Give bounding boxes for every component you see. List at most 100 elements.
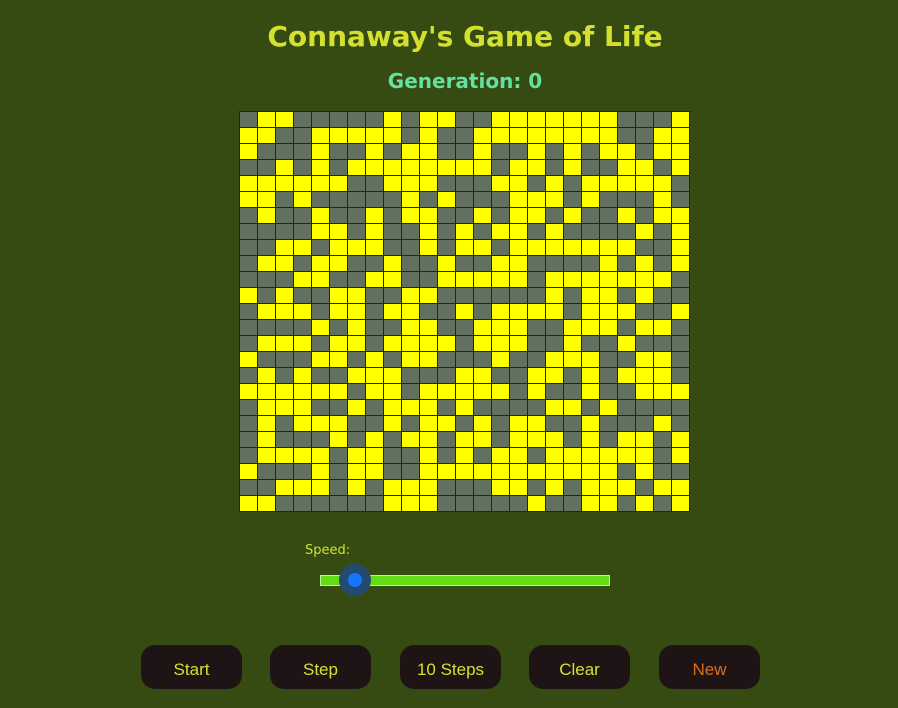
grid-cell[interactable] xyxy=(258,256,276,272)
grid-cell[interactable] xyxy=(276,464,294,480)
grid-cell[interactable] xyxy=(438,160,456,176)
grid-cell[interactable] xyxy=(456,272,474,288)
grid-cell[interactable] xyxy=(330,336,348,352)
grid-cell[interactable] xyxy=(330,224,348,240)
grid-cell[interactable] xyxy=(240,416,258,432)
grid-cell[interactable] xyxy=(276,208,294,224)
grid-cell[interactable] xyxy=(366,464,384,480)
grid-cell[interactable] xyxy=(636,448,654,464)
grid-cell[interactable] xyxy=(348,176,366,192)
grid-cell[interactable] xyxy=(456,432,474,448)
grid-cell[interactable] xyxy=(438,416,456,432)
grid-cell[interactable] xyxy=(654,256,672,272)
grid-cell[interactable] xyxy=(474,368,492,384)
grid-cell[interactable] xyxy=(276,144,294,160)
grid-cell[interactable] xyxy=(420,416,438,432)
grid-cell[interactable] xyxy=(348,336,366,352)
grid-cell[interactable] xyxy=(438,432,456,448)
clear-button[interactable]: Clear xyxy=(529,645,630,689)
grid-cell[interactable] xyxy=(420,480,438,496)
grid-cell[interactable] xyxy=(618,272,636,288)
grid-cell[interactable] xyxy=(618,368,636,384)
grid-cell[interactable] xyxy=(564,480,582,496)
grid-cell[interactable] xyxy=(384,272,402,288)
grid-cell[interactable] xyxy=(636,272,654,288)
grid-cell[interactable] xyxy=(654,496,672,512)
grid-cell[interactable] xyxy=(384,416,402,432)
grid-cell[interactable] xyxy=(240,304,258,320)
grid-cell[interactable] xyxy=(672,144,690,160)
grid-cell[interactable] xyxy=(420,368,438,384)
grid-cell[interactable] xyxy=(546,192,564,208)
grid-cell[interactable] xyxy=(402,192,420,208)
grid-cell[interactable] xyxy=(366,144,384,160)
grid-cell[interactable] xyxy=(294,240,312,256)
grid-cell[interactable] xyxy=(528,480,546,496)
grid-cell[interactable] xyxy=(546,496,564,512)
grid-cell[interactable] xyxy=(582,112,600,128)
grid-cell[interactable] xyxy=(636,288,654,304)
grid-cell[interactable] xyxy=(636,352,654,368)
grid-cell[interactable] xyxy=(276,240,294,256)
grid-cell[interactable] xyxy=(348,416,366,432)
grid-cell[interactable] xyxy=(312,464,330,480)
grid-cell[interactable] xyxy=(564,336,582,352)
grid-cell[interactable] xyxy=(384,400,402,416)
grid-cell[interactable] xyxy=(330,448,348,464)
grid-cell[interactable] xyxy=(564,288,582,304)
grid-cell[interactable] xyxy=(564,432,582,448)
grid-cell[interactable] xyxy=(546,144,564,160)
grid-cell[interactable] xyxy=(294,384,312,400)
grid-cell[interactable] xyxy=(582,256,600,272)
grid-cell[interactable] xyxy=(618,144,636,160)
grid-cell[interactable] xyxy=(456,320,474,336)
grid-cell[interactable] xyxy=(528,192,546,208)
grid-cell[interactable] xyxy=(366,240,384,256)
grid-cell[interactable] xyxy=(528,304,546,320)
grid-cell[interactable] xyxy=(528,208,546,224)
grid-cell[interactable] xyxy=(618,336,636,352)
grid-cell[interactable] xyxy=(510,144,528,160)
grid-cell[interactable] xyxy=(348,128,366,144)
grid-cell[interactable] xyxy=(672,400,690,416)
grid-cell[interactable] xyxy=(330,320,348,336)
grid-cell[interactable] xyxy=(348,240,366,256)
grid-cell[interactable] xyxy=(402,384,420,400)
grid-cell[interactable] xyxy=(456,144,474,160)
grid-cell[interactable] xyxy=(564,176,582,192)
grid-cell[interactable] xyxy=(672,480,690,496)
grid-cell[interactable] xyxy=(420,256,438,272)
grid-cell[interactable] xyxy=(258,144,276,160)
grid-cell[interactable] xyxy=(474,416,492,432)
grid-cell[interactable] xyxy=(438,320,456,336)
grid-cell[interactable] xyxy=(294,496,312,512)
grid-cell[interactable] xyxy=(348,288,366,304)
grid-cell[interactable] xyxy=(582,128,600,144)
grid-cell[interactable] xyxy=(258,160,276,176)
grid-cell[interactable] xyxy=(564,144,582,160)
grid-cell[interactable] xyxy=(276,448,294,464)
grid-cell[interactable] xyxy=(312,352,330,368)
grid-cell[interactable] xyxy=(348,352,366,368)
grid-cell[interactable] xyxy=(312,224,330,240)
grid-cell[interactable] xyxy=(366,432,384,448)
grid-cell[interactable] xyxy=(420,288,438,304)
grid-cell[interactable] xyxy=(456,128,474,144)
grid-cell[interactable] xyxy=(294,320,312,336)
grid-cell[interactable] xyxy=(312,176,330,192)
grid-cell[interactable] xyxy=(438,208,456,224)
grid-cell[interactable] xyxy=(582,272,600,288)
grid-cell[interactable] xyxy=(510,208,528,224)
grid-cell[interactable] xyxy=(582,368,600,384)
grid-cell[interactable] xyxy=(492,480,510,496)
grid-cell[interactable] xyxy=(582,192,600,208)
grid-cell[interactable] xyxy=(654,288,672,304)
grid-cell[interactable] xyxy=(528,160,546,176)
grid-cell[interactable] xyxy=(456,288,474,304)
grid-cell[interactable] xyxy=(438,272,456,288)
grid-cell[interactable] xyxy=(240,448,258,464)
grid-cell[interactable] xyxy=(438,112,456,128)
grid-cell[interactable] xyxy=(492,160,510,176)
grid-cell[interactable] xyxy=(618,496,636,512)
grid-cell[interactable] xyxy=(456,448,474,464)
